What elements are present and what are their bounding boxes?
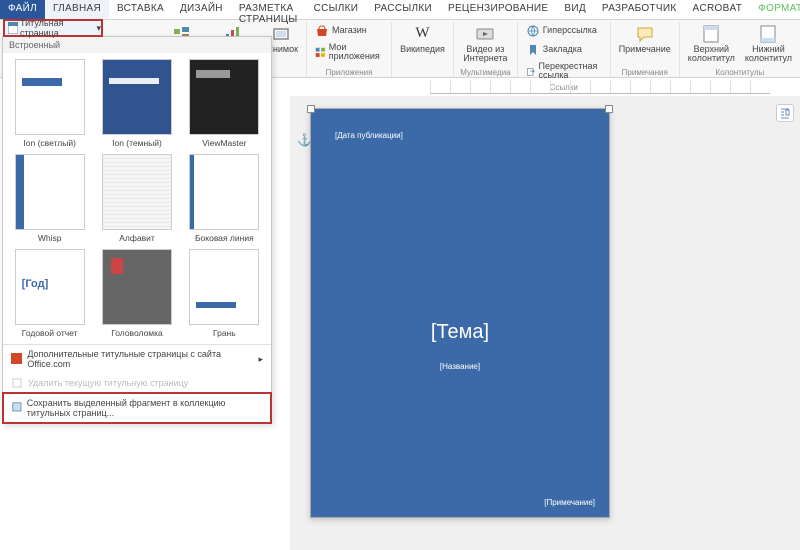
tab-layout[interactable]: РАЗМЕТКА СТРАНИЦЫ: [231, 0, 306, 19]
group-label-headers: Колонтитулы: [716, 68, 765, 77]
group-label-comments: Примечания: [622, 68, 668, 77]
video-web-button[interactable]: Видео из Интернета: [460, 22, 511, 66]
thumb: [15, 154, 85, 230]
wikipedia-icon: W: [413, 24, 433, 44]
ribbon-group-media: Видео из Интернета Мультимедиа: [454, 22, 518, 77]
myapps-button[interactable]: Мои приложения: [313, 41, 385, 64]
tab-review[interactable]: РЕЦЕНЗИРОВАНИЕ: [440, 0, 556, 19]
tab-format[interactable]: ФОРМАТ: [750, 0, 800, 19]
layout-options-button[interactable]: [776, 104, 794, 122]
thumb: [102, 249, 172, 325]
ruler-scale[interactable]: [430, 80, 770, 94]
thumb: [102, 59, 172, 135]
field-theme[interactable]: [Тема]: [311, 321, 609, 344]
thumb: [15, 59, 85, 135]
gallery-item-facet[interactable]: Грань: [184, 249, 265, 338]
gallery-section-builtin: Встроенный: [3, 37, 271, 53]
tab-home[interactable]: ГЛАВНАЯ: [45, 0, 109, 19]
store-icon: [315, 24, 329, 38]
thumb: [189, 249, 259, 325]
thumb: [189, 154, 259, 230]
store-button[interactable]: Магазин: [313, 22, 385, 40]
hyperlink-button[interactable]: Гиперссылка: [524, 22, 604, 40]
header-icon: [701, 24, 721, 44]
gallery-item-sideline[interactable]: Боковая линия: [184, 154, 265, 243]
ribbon-group-apps: Магазин Мои приложения Приложения: [307, 22, 392, 77]
more-cover-pages-office[interactable]: Дополнительные титульные страницы с сайт…: [3, 345, 271, 373]
tab-design[interactable]: ДИЗАЙН: [172, 0, 231, 19]
tab-file[interactable]: ФАЙЛ: [0, 0, 45, 19]
apps-icon: [315, 45, 326, 59]
tab-mailings[interactable]: РАССЫЛКИ: [366, 0, 440, 19]
gallery-item-viewmaster[interactable]: ViewMaster: [184, 59, 265, 148]
coverpage-icon: [8, 22, 18, 34]
gallery-item-whisp[interactable]: Whisp: [9, 154, 90, 243]
hyperlink-icon: [526, 24, 540, 38]
ribbon-group-headers: Верхний колонтитул Нижний колонтитул Кол…: [680, 22, 800, 77]
anchor-icon: ⚓: [297, 133, 312, 147]
office-icon: [11, 353, 22, 365]
gallery-item-annual[interactable]: Годовой отчет: [9, 249, 90, 338]
tab-acrobat[interactable]: ACROBAT: [684, 0, 750, 19]
header-bot-button[interactable]: Нижний колонтитул: [743, 22, 794, 66]
layout-options-icon: [779, 107, 791, 119]
screenshot-icon: [272, 24, 292, 44]
ribbon-tabs: ФАЙЛ ГЛАВНАЯ ВСТАВКА ДИЗАЙН РАЗМЕТКА СТР…: [0, 0, 800, 20]
ribbon-group-links: Гиперссылка Закладка Перекрестная ссылка…: [518, 22, 611, 77]
gallery-item-ion-light[interactable]: Ion (светлый): [9, 59, 90, 148]
save-icon: [12, 402, 22, 414]
thumb: [15, 249, 85, 325]
save-selection-to-gallery[interactable]: Сохранить выделенный фрагмент в коллекци…: [2, 392, 272, 424]
group-label-media: Мультимедиа: [460, 68, 510, 77]
ribbon-group-wikipedia: W Википедия: [392, 22, 454, 77]
footer-icon: [758, 24, 778, 44]
wikipedia-button[interactable]: W Википедия: [398, 22, 447, 56]
field-title[interactable]: [Название]: [311, 362, 609, 371]
document-canvas[interactable]: ⚓ [Дата публикации] [Тема] [Название] [П…: [290, 96, 800, 550]
tab-view[interactable]: ВИД: [556, 0, 594, 19]
gallery-item-alphabet[interactable]: Алфавит: [96, 154, 177, 243]
cover-page-gallery: Титульная страница▾ Встроенный Ion (свет…: [2, 36, 272, 424]
group-label-apps: Приложения: [326, 68, 373, 77]
tab-references[interactable]: ССЫЛКИ: [306, 0, 367, 19]
tab-insert[interactable]: ВСТАВКА: [109, 0, 172, 19]
bookmark-button[interactable]: Закладка: [524, 41, 604, 59]
cover-page[interactable]: ⚓ [Дата публикации] [Тема] [Название] [П…: [310, 108, 610, 518]
video-icon: [475, 24, 495, 44]
header-top-button[interactable]: Верхний колонтитул: [686, 22, 737, 66]
comment-icon: [635, 24, 655, 44]
field-publication-date[interactable]: [Дата публикации]: [335, 131, 403, 140]
gallery-item-ion-dark[interactable]: Ion (темный): [96, 59, 177, 148]
ribbon-group-comments: Примечание Примечания: [611, 22, 680, 77]
remove-cover-page: Удалить текущую титульную страницу: [3, 373, 271, 393]
tab-developer[interactable]: РАЗРАБОТЧИК: [594, 0, 685, 19]
gallery-item-puzzle[interactable]: Головоломка: [96, 249, 177, 338]
thumb: [102, 154, 172, 230]
remove-icon: [11, 377, 23, 389]
crossref-icon: [526, 64, 536, 78]
field-note[interactable]: [Примечание]: [544, 498, 595, 507]
cover-page-dropdown-button[interactable]: Титульная страница▾: [3, 19, 103, 37]
thumb: [189, 59, 259, 135]
comment-button[interactable]: Примечание: [617, 22, 673, 56]
bookmark-icon: [526, 43, 540, 57]
